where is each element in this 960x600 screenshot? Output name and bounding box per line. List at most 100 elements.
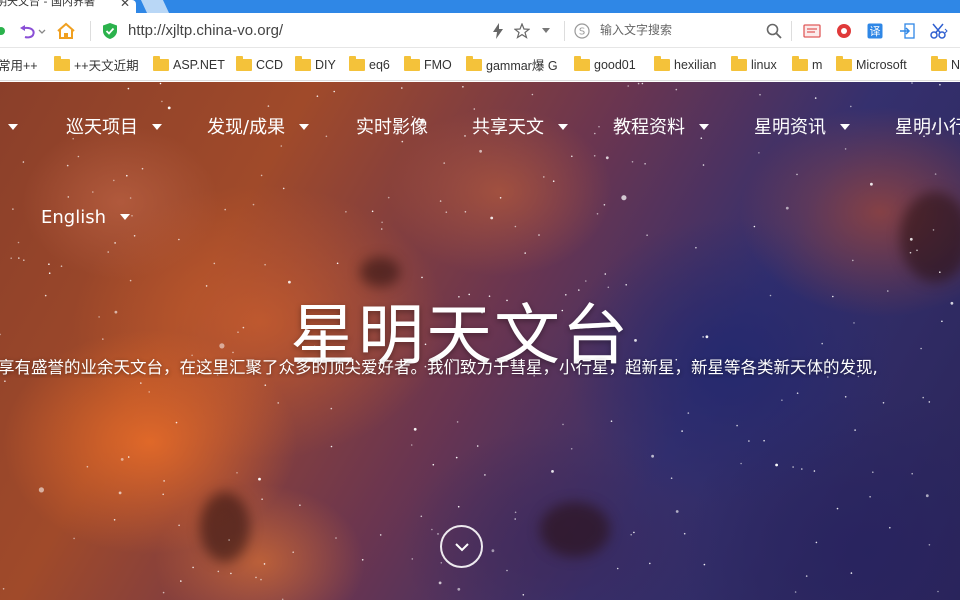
- lightning-icon[interactable]: [488, 13, 508, 48]
- star: [325, 135, 328, 138]
- bookmark-folder[interactable]: hexilian: [654, 48, 716, 81]
- star: [432, 463, 435, 466]
- scissors-icon[interactable]: [928, 13, 950, 48]
- chevron-down-icon: [152, 124, 162, 130]
- nav-item-menu[interactable]: [0, 112, 18, 144]
- star: [410, 444, 413, 446]
- star: [792, 466, 794, 468]
- star: [484, 474, 486, 476]
- star: [794, 591, 797, 593]
- star: [330, 407, 333, 410]
- star: [379, 534, 382, 536]
- star: [411, 558, 414, 560]
- back-arrow-icon[interactable]: [0, 13, 8, 48]
- bookmark-folder[interactable]: ASP.NET: [153, 48, 225, 81]
- search-engine-icon[interactable]: S: [572, 13, 592, 48]
- star: [336, 262, 339, 265]
- search-icon[interactable]: [764, 13, 784, 48]
- star: [60, 265, 63, 267]
- bookmark-folder[interactable]: CCD: [236, 48, 283, 81]
- search-input[interactable]: 输入文字搜索: [600, 13, 672, 48]
- tab-strip: 明天文台 - 国内界著 ✕: [0, 0, 960, 13]
- active-tab[interactable]: 明天文台 - 国内界著 ✕: [0, 0, 136, 13]
- star: [464, 135, 466, 137]
- folder-icon: [466, 55, 482, 71]
- separator: [791, 21, 792, 41]
- tab-close-icon[interactable]: ✕: [120, 0, 130, 10]
- star: [687, 412, 690, 414]
- star: [178, 238, 180, 241]
- star: [758, 152, 760, 154]
- nav-item-shared-astronomy[interactable]: 共享天文: [472, 112, 568, 144]
- bookmark-item[interactable]: 常用++: [0, 48, 38, 81]
- language-switcher[interactable]: English: [41, 202, 130, 234]
- star: [140, 382, 142, 384]
- bookmark-folder[interactable]: Microsoft: [836, 48, 907, 81]
- star: [260, 174, 263, 177]
- folder-icon: [295, 55, 311, 71]
- bookmark-folder[interactable]: ++天文近期: [54, 48, 139, 81]
- star: [129, 197, 132, 199]
- star: [909, 251, 912, 254]
- nav-item-live-images[interactable]: 实时影像: [356, 112, 428, 144]
- exit-icon[interactable]: [897, 13, 917, 48]
- star: [236, 472, 238, 474]
- nav-item-news[interactable]: 星明资讯: [754, 112, 850, 144]
- star: [292, 551, 295, 553]
- star: [759, 93, 761, 96]
- star: [163, 480, 165, 482]
- bookmark-folder[interactable]: eq6: [349, 48, 390, 81]
- star: [252, 203, 255, 206]
- shield-icon[interactable]: [100, 13, 120, 48]
- tab-title: 明天文台 - 国内界著: [0, 0, 95, 8]
- star: [753, 225, 756, 228]
- bookmark-folder[interactable]: FMO: [404, 48, 452, 81]
- record-icon[interactable]: [834, 13, 854, 48]
- folder-icon: [153, 55, 169, 71]
- star: [437, 533, 439, 535]
- home-icon[interactable]: [54, 13, 78, 48]
- nav-item-tutorials[interactable]: 教程资料: [613, 112, 709, 144]
- star: [844, 148, 847, 150]
- star-icon[interactable]: [512, 13, 532, 48]
- translate-icon[interactable]: 译: [865, 13, 885, 48]
- dropdown-icon[interactable]: [538, 13, 554, 48]
- star: [805, 575, 808, 577]
- star: [781, 399, 783, 402]
- star: [763, 439, 765, 442]
- nav-item-survey[interactable]: 巡天项目: [66, 112, 162, 144]
- site-tagline: 享有盛誉的业余天文台，在这里汇聚了众多的顶尖爱好者。我们致力于彗星，小行星，超新…: [0, 358, 878, 377]
- star: [499, 197, 502, 199]
- star: [420, 515, 423, 518]
- bookmark-folder[interactable]: good01: [574, 48, 636, 81]
- undo-icon[interactable]: [14, 13, 48, 48]
- reader-icon[interactable]: [802, 13, 822, 48]
- nav-item-asteroids[interactable]: 星明小行: [895, 112, 960, 144]
- star: [280, 145, 283, 147]
- star: [641, 82, 644, 85]
- bookmark-folder[interactable]: m: [792, 48, 822, 81]
- bookmark-folder[interactable]: linux: [731, 48, 777, 81]
- bookmark-folder[interactable]: N: [931, 48, 960, 81]
- star: [228, 539, 230, 541]
- star: [4, 380, 6, 383]
- bookmark-folder[interactable]: DIY: [295, 48, 336, 81]
- star: [86, 465, 89, 468]
- star: [932, 229, 935, 231]
- star: [616, 567, 619, 570]
- scroll-down-button[interactable]: [440, 525, 483, 568]
- star: [911, 82, 913, 84]
- star: [854, 429, 856, 431]
- new-tab-button[interactable]: [140, 0, 170, 13]
- star: [192, 566, 194, 569]
- star: [381, 221, 383, 224]
- address-bar[interactable]: http://xjltp.china-vo.org/: [128, 13, 283, 48]
- star: [113, 519, 116, 521]
- star: [570, 448, 573, 450]
- chevron-down-icon: [120, 214, 130, 220]
- star: [920, 347, 922, 350]
- bookmark-folder[interactable]: gammar爆 G: [466, 48, 558, 81]
- nav-item-discoveries[interactable]: 发现/成果: [207, 112, 310, 144]
- star: [646, 234, 648, 236]
- chevron-down-icon: [299, 124, 310, 130]
